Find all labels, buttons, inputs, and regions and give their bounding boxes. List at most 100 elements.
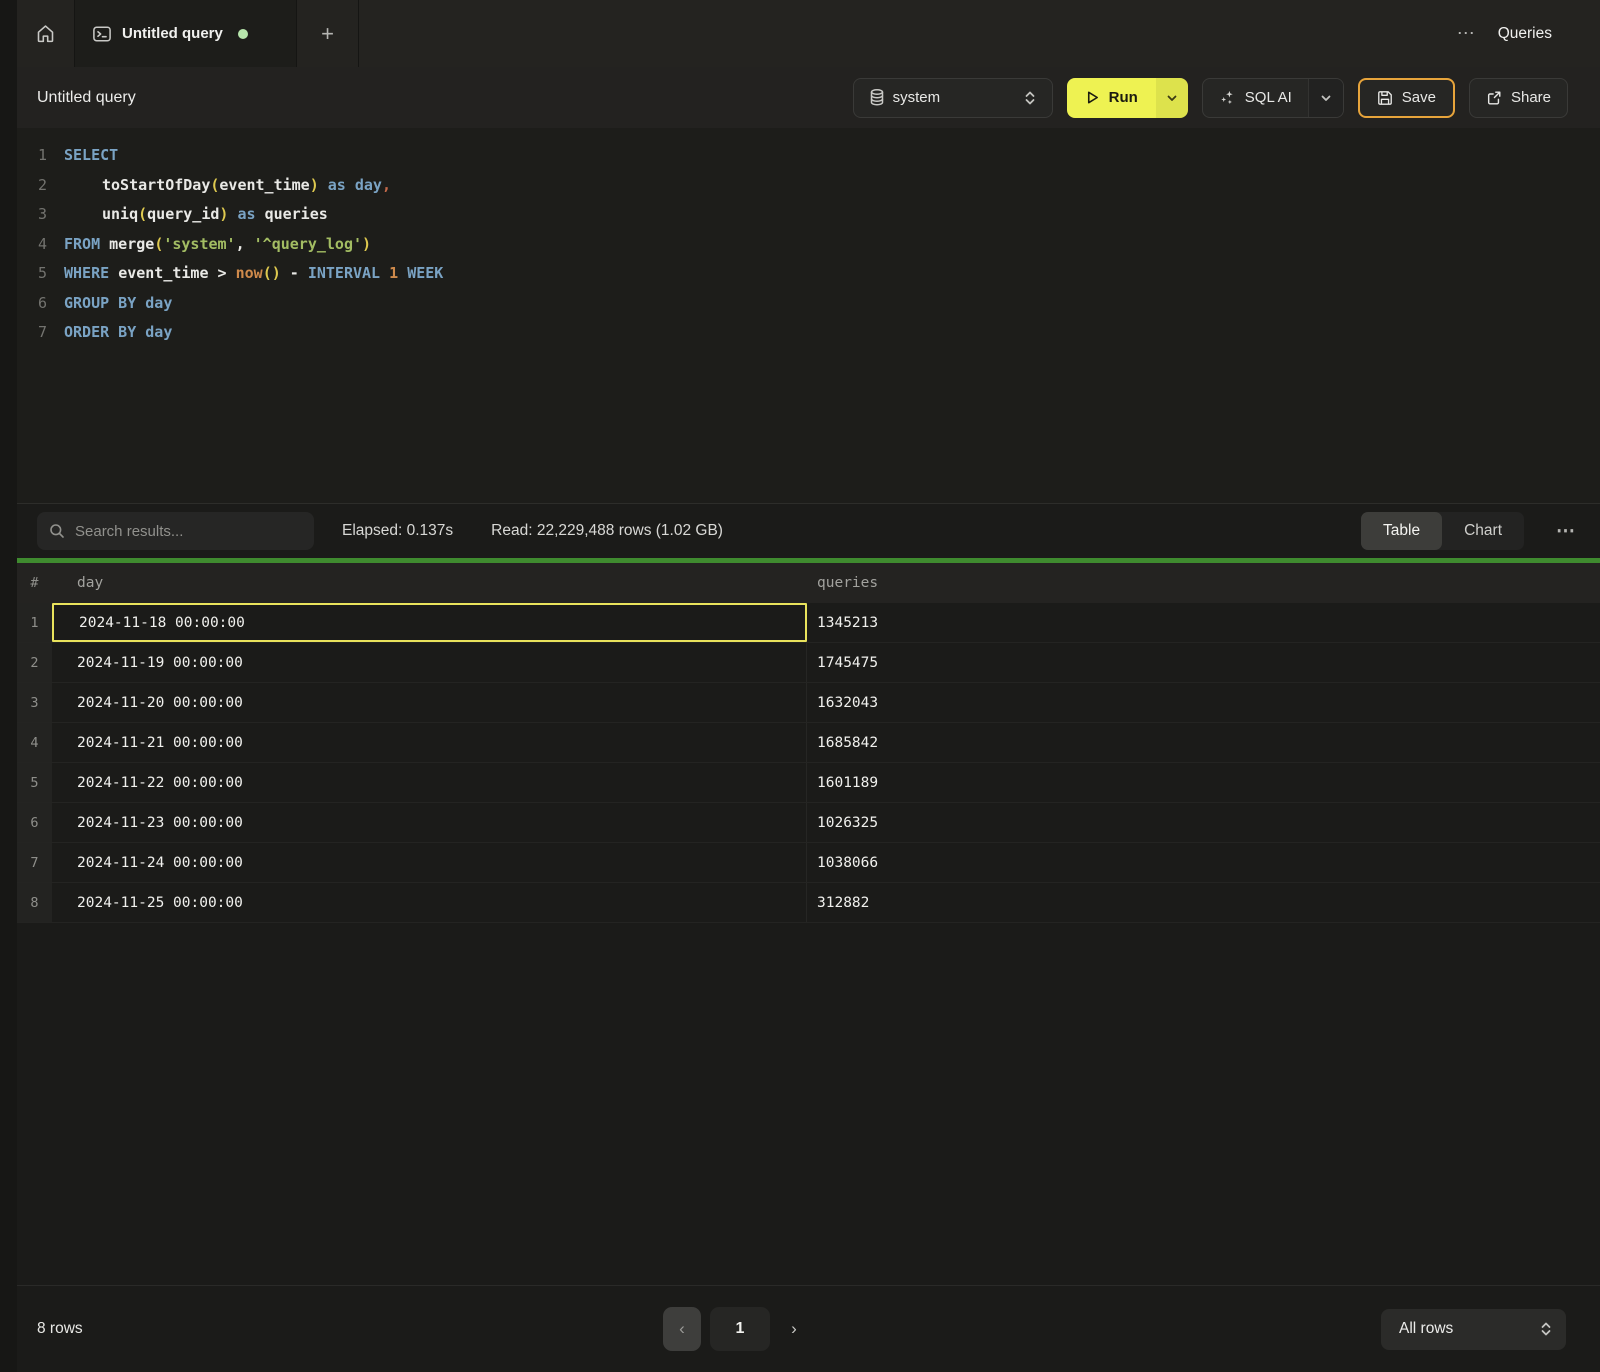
page-size-value: All rows [1399,1320,1453,1338]
day-cell[interactable]: 2024-11-24 00:00:00 [52,843,807,882]
day-cell-selected[interactable]: 2024-11-18 00:00:00 [52,603,807,642]
code-text: SELECT [64,141,118,171]
code-line[interactable]: 3 uniq(query_id) as queries [17,200,1600,230]
row-count: 8 rows [37,1320,83,1338]
results-empty-area [17,923,1600,1285]
table-row[interactable]: 32024-11-20 00:00:001632043 [17,683,1600,723]
terminal-icon [93,26,111,42]
day-cell[interactable]: 2024-11-23 00:00:00 [52,803,807,842]
share-button[interactable]: Share [1469,78,1568,118]
row-index-cell: 2 [17,643,52,682]
search-icon [49,523,65,539]
app-window: Untitled query + ⋯ Queries Untitled quer… [0,0,1600,1372]
line-number: 7 [17,318,47,348]
queries-cell[interactable]: 1345213 [807,603,1600,642]
left-rail [0,0,17,1372]
queries-cell[interactable]: 1601189 [807,763,1600,802]
toolbar-actions: system Run [853,78,1568,118]
run-button-group: Run [1067,78,1188,118]
line-number: 3 [17,200,47,230]
footer-right: All rows [1381,1309,1566,1350]
table-header-row: # day queries [17,563,1600,603]
new-tab-button[interactable]: + [297,0,359,67]
main-area: Untitled query + ⋯ Queries Untitled quer… [17,0,1600,1372]
code-line[interactable]: 1SELECT [17,141,1600,171]
query-toolbar: Untitled query system [17,67,1600,128]
code-line[interactable]: 5WHERE event_time > now() - INTERVAL 1 W… [17,259,1600,289]
day-cell[interactable]: 2024-11-19 00:00:00 [52,643,807,682]
save-button-label: Save [1402,89,1436,106]
queries-cell[interactable]: 1632043 [807,683,1600,722]
table-row[interactable]: 12024-11-18 00:00:001345213 [17,603,1600,643]
save-button[interactable]: Save [1358,78,1455,118]
day-cell[interactable]: 2024-11-22 00:00:00 [52,763,807,802]
elapsed-stat: Elapsed: 0.137s [342,522,453,540]
row-index-cell: 7 [17,843,52,882]
line-number: 4 [17,230,47,260]
day-cell[interactable]: 2024-11-25 00:00:00 [52,883,807,922]
sparkles-icon [1219,89,1236,106]
overflow-menu-icon[interactable]: ⋯ [1457,23,1476,44]
row-index-cell: 6 [17,803,52,842]
next-page-button[interactable]: › [779,1307,809,1351]
row-index-cell: 8 [17,883,52,922]
table-row[interactable]: 52024-11-22 00:00:001601189 [17,763,1600,803]
results-menu-icon[interactable]: ⋯ [1552,520,1580,543]
sql-ai-button[interactable]: SQL AI [1203,79,1308,117]
database-select-value: system [893,89,941,106]
table-row[interactable]: 82024-11-25 00:00:00312882 [17,883,1600,923]
column-header-index[interactable]: # [17,563,52,603]
search-results-input[interactable] [75,523,302,540]
pagination: ‹ 1 › [663,1307,809,1351]
share-button-label: Share [1511,89,1551,106]
sql-ai-label: SQL AI [1245,89,1292,106]
queries-cell[interactable]: 1038066 [807,843,1600,882]
code-line[interactable]: 2toStartOfDay(event_time) as day, [17,171,1600,201]
code-text: uniq(query_id) as queries [64,200,328,230]
code-line[interactable]: 7ORDER BY day [17,318,1600,348]
home-button[interactable] [17,0,75,67]
run-options-button[interactable] [1156,78,1188,118]
table-row[interactable]: 72024-11-24 00:00:001038066 [17,843,1600,883]
row-index-cell: 3 [17,683,52,722]
tab-chart-view[interactable]: Chart [1442,512,1524,550]
line-number: 6 [17,289,47,319]
code-line[interactable]: 4 FROM merge('system', '^query_log') [17,230,1600,260]
code-line[interactable]: 6GROUP BY day [17,289,1600,319]
chevron-down-icon [1320,92,1332,104]
sql-ai-options-button[interactable] [1308,79,1343,117]
tab-untitled-query[interactable]: Untitled query [75,0,297,67]
prev-page-button[interactable]: ‹ [663,1307,701,1351]
page-size-select[interactable]: All rows [1381,1309,1566,1350]
run-button[interactable]: Run [1067,78,1156,118]
current-page-button[interactable]: 1 [710,1307,770,1351]
queries-cell[interactable]: 1026325 [807,803,1600,842]
column-header-queries[interactable]: queries [807,563,1600,603]
tab-bar: Untitled query + ⋯ Queries [17,0,1600,67]
line-number: 2 [17,171,47,201]
code-text: FROM merge('system', '^query_log') [64,230,371,260]
search-results-box[interactable] [37,512,314,550]
day-cell[interactable]: 2024-11-21 00:00:00 [52,723,807,762]
tab-table-view[interactable]: Table [1361,512,1442,550]
table-row[interactable]: 22024-11-19 00:00:001745475 [17,643,1600,683]
queries-cell[interactable]: 1745475 [807,643,1600,682]
queries-nav-link[interactable]: Queries [1498,25,1552,43]
sql-editor[interactable]: 1SELECT2toStartOfDay(event_time) as day,… [17,128,1600,503]
table-row[interactable]: 62024-11-23 00:00:001026325 [17,803,1600,843]
code-text: WHERE event_time > now() - INTERVAL 1 WE… [64,259,443,289]
database-select[interactable]: system [853,78,1053,118]
results-footer: 8 rows ‹ 1 › All rows [17,1285,1600,1372]
table-row[interactable]: 42024-11-21 00:00:001685842 [17,723,1600,763]
row-index-cell: 5 [17,763,52,802]
day-cell[interactable]: 2024-11-20 00:00:00 [52,683,807,722]
updown-chevrons-icon [1024,90,1036,106]
query-title: Untitled query [37,89,136,107]
tab-bar-spacer [359,0,1457,67]
sql-ai-button-group: SQL AI [1202,78,1344,118]
column-header-day[interactable]: day [52,563,807,603]
queries-cell[interactable]: 1685842 [807,723,1600,762]
home-icon [35,23,56,44]
queries-cell[interactable]: 312882 [807,883,1600,922]
share-icon [1486,90,1502,106]
